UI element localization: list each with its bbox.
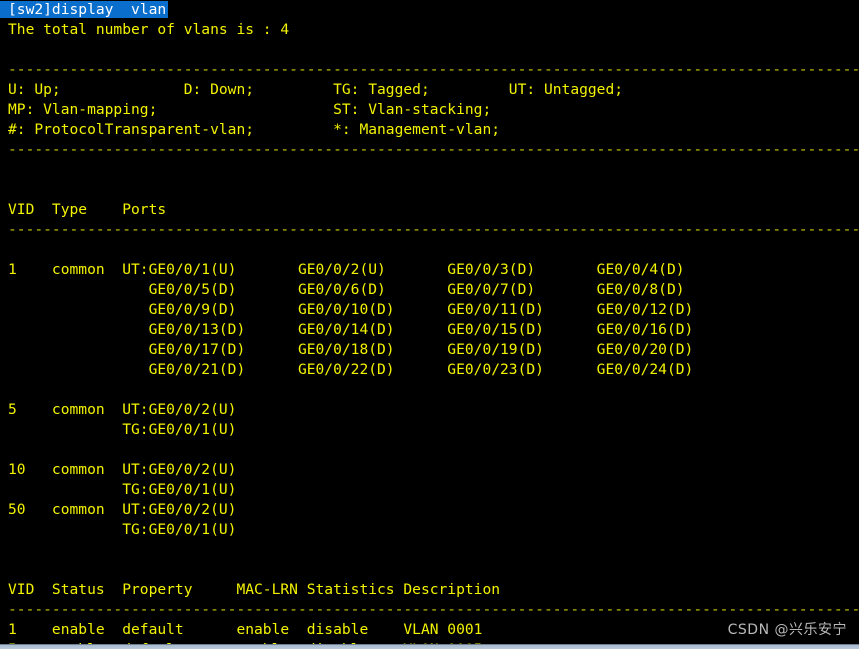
legend-line-2: MP: Vlan-mapping; ST: Vlan-stacking; — [8, 101, 492, 118]
legend-line-1: U: Up; D: Down; TG: Tagged; UT: Untagged… — [8, 81, 624, 98]
table-row: GE0/0/5(D) GE0/0/6(D) GE0/0/7(D) GE0/0/8… — [8, 281, 685, 298]
table-row — [0, 440, 859, 460]
table-row: TG:GE0/0/1(U) — [8, 521, 237, 538]
table-row: GE0/0/9(D) GE0/0/10(D) GE0/0/11(D) GE0/0… — [8, 301, 694, 318]
ports-table-header: VID Type Ports — [8, 201, 167, 218]
table-row: GE0/0/13(D) GE0/0/14(D) GE0/0/15(D) GE0/… — [8, 321, 694, 338]
command-line-text: [sw2]display vlan — [0, 1, 169, 18]
separator-line-top: ----------------------------------------… — [8, 61, 859, 78]
total-vlans-line: The total number of vlans is : 4 — [8, 21, 290, 38]
command-line-selected[interactable]: [sw2]display vlan — [0, 0, 859, 20]
terminal-output-pane[interactable]: [sw2]display vlan The total number of vl… — [0, 0, 859, 644]
table-row: 1 enable default enable disable VLAN 000… — [8, 621, 483, 638]
table-row: TG:GE0/0/1(U) — [8, 421, 237, 438]
table-row: GE0/0/21(D) GE0/0/22(D) GE0/0/23(D) GE0/… — [8, 361, 694, 378]
separator-line-legend: ----------------------------------------… — [8, 141, 859, 158]
table-row: TG:GE0/0/1(U) — [8, 481, 237, 498]
status-table-header: VID Status Property MAC-LRN Statistics D… — [8, 581, 501, 598]
window-bottom-chrome — [0, 644, 859, 649]
separator-line-ports-table: ----------------------------------------… — [8, 221, 859, 238]
table-row: 10 common UT:GE0/0/2(U) — [8, 461, 237, 478]
separator-line-status-table: ----------------------------------------… — [8, 601, 859, 618]
table-row: 5 common UT:GE0/0/2(U) — [8, 401, 237, 418]
table-row: 50 common UT:GE0/0/2(U) — [8, 501, 237, 518]
table-row: GE0/0/17(D) GE0/0/18(D) GE0/0/19(D) GE0/… — [8, 341, 694, 358]
table-row — [0, 380, 859, 400]
legend-line-3: #: ProtocolTransparent-vlan; *: Manageme… — [8, 121, 501, 138]
table-row: 1 common UT:GE0/0/1(U) GE0/0/2(U) GE0/0/… — [8, 261, 685, 278]
